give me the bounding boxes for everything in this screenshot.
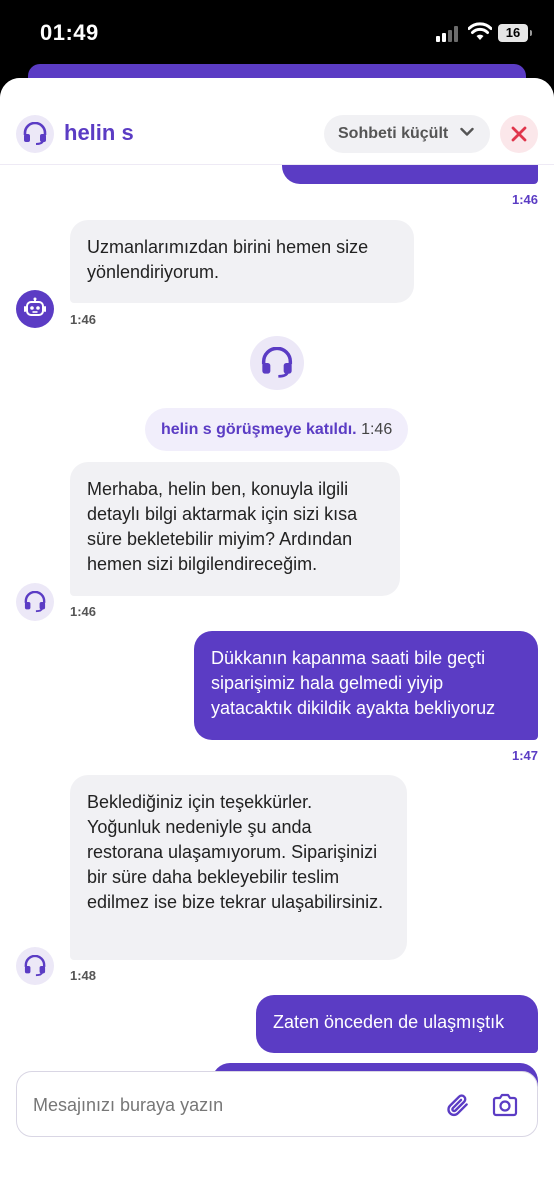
headset-icon (261, 347, 293, 378)
message-time: 1:46 (70, 312, 97, 327)
headset-icon (24, 955, 46, 977)
message-time: 1:46 (70, 604, 97, 619)
message-bubble-in: Uzmanlarımızdan birini hemen size yönlen… (70, 220, 414, 303)
wifi-icon (468, 22, 492, 40)
message-text: Beklediğiniz için teşekkürler. Yoğunluk … (87, 792, 384, 912)
close-icon (511, 126, 527, 142)
status-bar: 01:49 16 (0, 0, 554, 66)
message-time: 1:46 (512, 192, 539, 207)
message-bubble-in: Merhaba, helin ben, konuyla ilgili detay… (70, 462, 400, 596)
chat-sheet: helin s Sohbeti küçült 1:46 Uzmanlarımız… (0, 78, 554, 1199)
message-text: Dükkanın kapanma saati bile geçti sipari… (211, 648, 496, 718)
minimize-chat-button[interactable]: Sohbeti küçült (324, 115, 490, 153)
agent-joined-avatar (250, 336, 304, 390)
message-list: 1:46 Uzmanlarımızdan birini hemen size y… (0, 78, 554, 1199)
close-chat-button[interactable] (500, 115, 538, 153)
minimize-chat-label: Sohbeti küçült (338, 125, 449, 142)
message-time: 1:47 (512, 748, 539, 763)
message-bubble-out: Zaten önceden de ulaşmıştık (256, 995, 538, 1053)
headset-icon (23, 122, 47, 145)
message-bubble-in: Beklediğiniz için teşekkürler. Yoğunluk … (70, 775, 407, 960)
joined-text: helin s görüşmeye katıldı. (161, 421, 357, 438)
message-text: Merhaba, helin ben, konuyla ilgili detay… (87, 479, 358, 574)
chat-header: helin s Sohbeti küçült (0, 78, 554, 165)
message-input[interactable] (33, 1090, 433, 1120)
message-bubble-out: Dükkanın kapanma saati bile geçti sipari… (194, 631, 538, 740)
status-time: 01:49 (40, 20, 99, 45)
paperclip-icon[interactable] (445, 1092, 471, 1118)
joined-time: 1:46 (361, 421, 393, 438)
agent-avatar (16, 115, 54, 153)
message-time: 1:48 (70, 968, 97, 983)
message-composer (16, 1071, 538, 1137)
agent-name: helin s (64, 120, 134, 145)
message-text: Zaten önceden de ulaşmıştık (273, 1012, 505, 1032)
bot-avatar (16, 290, 54, 328)
message-text: Uzmanlarımızdan birini hemen size yönlen… (87, 237, 369, 282)
composer-footer (0, 1137, 554, 1199)
agent-avatar (16, 583, 54, 621)
camera-icon[interactable] (491, 1092, 519, 1118)
headset-icon (24, 591, 46, 613)
agent-avatar (16, 947, 54, 985)
battery-indicator: 16 (498, 24, 532, 42)
cellular-signal-icon (436, 26, 460, 42)
chevron-down-icon (460, 127, 474, 136)
bot-icon (24, 297, 46, 316)
agent-joined-notice: helin s görüşmeye katıldı. 1:46 (145, 408, 409, 451)
